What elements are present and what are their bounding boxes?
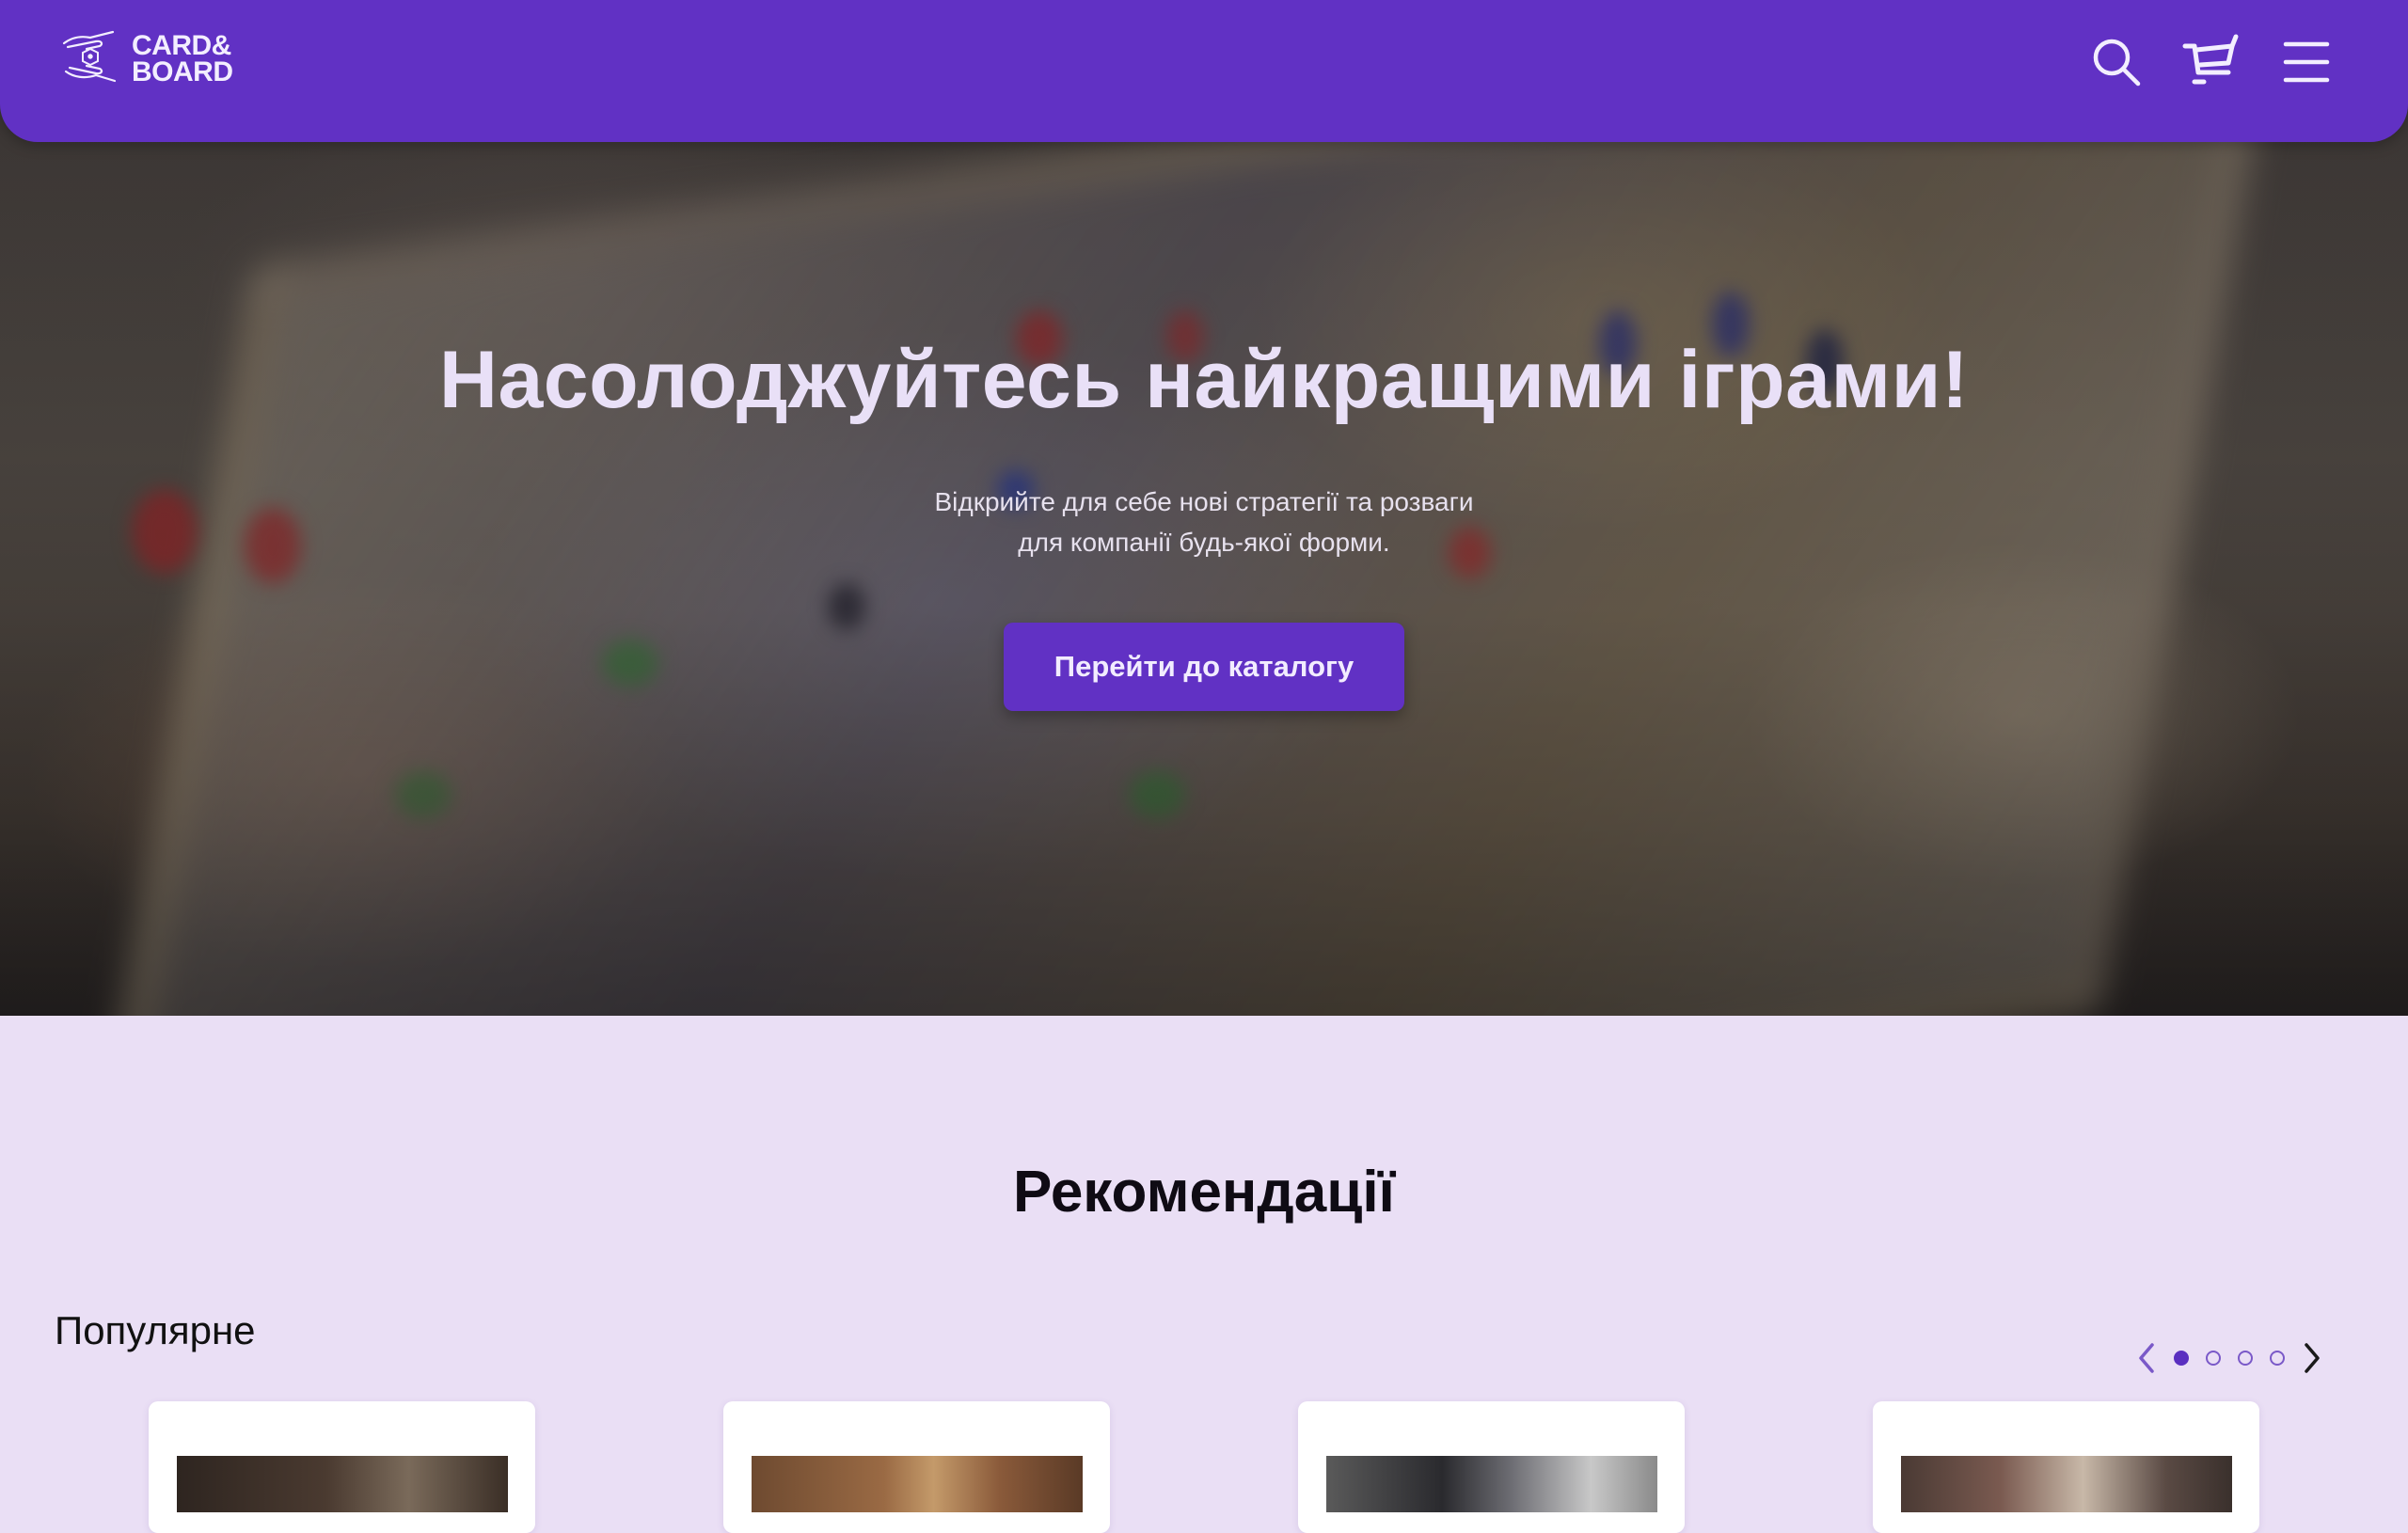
chevron-left-icon[interactable]	[2128, 1339, 2165, 1377]
product-card[interactable]	[723, 1401, 1110, 1533]
product-image	[1901, 1456, 2232, 1512]
carousel-dot-3[interactable]	[2238, 1351, 2253, 1366]
product-card[interactable]	[1873, 1401, 2259, 1533]
menu-icon[interactable]	[2276, 32, 2337, 92]
logo-text: CARD& BOARD	[132, 30, 233, 87]
hero-subtitle-line-1: Відкрийте для себе нові стратегії та роз…	[934, 487, 1474, 516]
chevron-right-icon[interactable]	[2293, 1339, 2331, 1377]
go-to-catalog-button[interactable]: Перейти до каталогу	[1004, 623, 1404, 711]
hero-subtitle: Відкрийте для себе нові стратегії та роз…	[0, 482, 2408, 562]
cart-icon[interactable]	[2180, 32, 2241, 92]
hero-section: Насолоджуйтесь найкращими іграми! Відкри…	[0, 0, 2408, 1016]
carousel-dot-2[interactable]	[2206, 1351, 2221, 1366]
popular-title: Популярне	[55, 1308, 256, 1352]
search-icon[interactable]	[2086, 32, 2147, 92]
recommendations-title: Рекомендації	[1013, 1160, 1395, 1225]
carousel-dot-4[interactable]	[2270, 1351, 2285, 1366]
product-image	[752, 1456, 1083, 1512]
logo-icon	[58, 26, 122, 93]
logo-text-line-1: CARD&	[132, 30, 231, 61]
product-card[interactable]	[149, 1401, 535, 1533]
product-image	[1326, 1456, 1657, 1512]
hero-title: Насолоджуйтесь найкращими іграми!	[438, 335, 1970, 425]
product-image	[177, 1456, 508, 1512]
logo-text-line-2: BOARD	[132, 56, 233, 87]
hero-subtitle-line-2: для компанії будь-якої форми.	[1018, 528, 1390, 557]
carousel-dot-1[interactable]	[2174, 1351, 2189, 1366]
site-header: CARD& BOARD	[0, 0, 2408, 142]
logo[interactable]: CARD& BOARD	[58, 28, 233, 90]
product-card[interactable]	[1298, 1401, 1685, 1533]
carousel-navigation	[2128, 1339, 2331, 1377]
